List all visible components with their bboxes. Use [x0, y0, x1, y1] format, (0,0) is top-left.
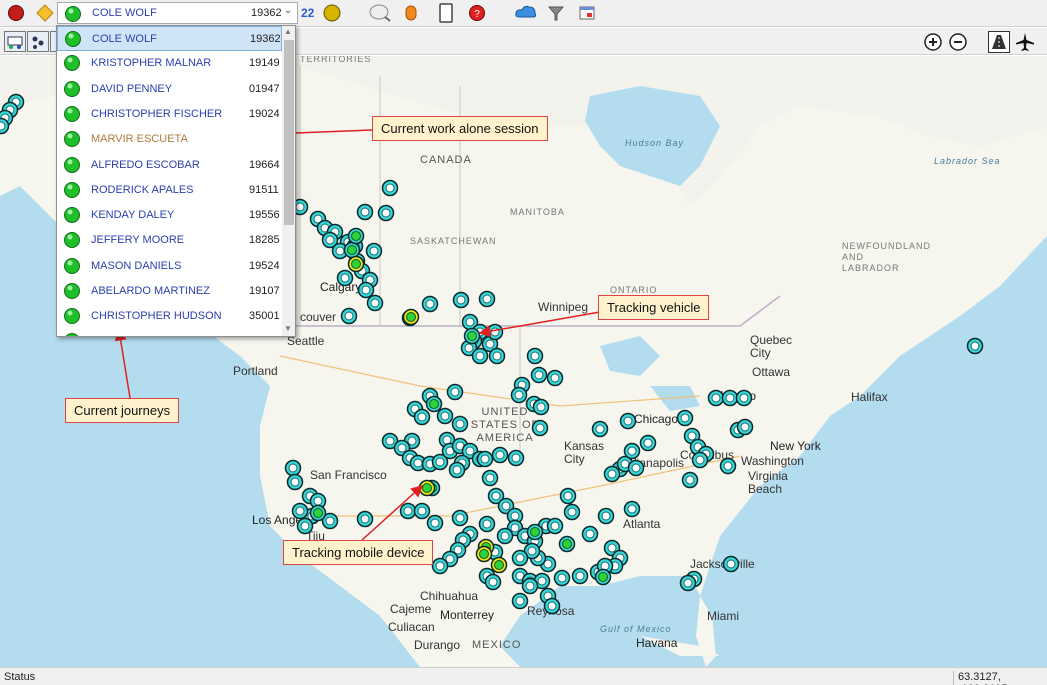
list-item[interactable]: KRISTOPHER MALNAR 19149	[57, 51, 282, 76]
list-item[interactable]: CHRISTOPHER HUDSON 35001	[57, 304, 282, 329]
list-item-name: CHRISTOPHER HUDSON	[91, 310, 222, 323]
list-item[interactable]: DAVID PENNEY 01947	[57, 77, 282, 102]
callout-mobile: Tracking mobile device	[283, 540, 434, 565]
list-item-name: KENDAY DALEY	[91, 209, 175, 222]
status-bar: Status 63.3127, -100.0195	[0, 667, 1047, 685]
list-item-name: MARVIR ESCUETA	[91, 133, 188, 146]
list-item-name: ABELARDO MARTINEZ	[91, 285, 210, 297]
list-item-number: 35001	[249, 310, 280, 323]
list-item-name: CHRISTOPHER FISCHER	[91, 107, 223, 120]
list-item-partial[interactable]	[57, 329, 282, 336]
status-green-icon	[63, 105, 81, 126]
callout-journeys: Current journeys	[65, 398, 180, 423]
status-green-icon	[63, 332, 81, 336]
list-item-name: KRISTOPHER MALNAR	[91, 57, 212, 70]
status-text: Status	[4, 671, 36, 683]
list-item-number: 19556	[249, 209, 280, 222]
coordinates-readout: 63.3127, -100.0195	[953, 671, 1047, 685]
list-item-number: 19024	[249, 107, 280, 120]
list-item[interactable]: ABELARDO MARTINEZ 19107	[57, 279, 282, 304]
list-item-name: COLE WOLF	[92, 33, 157, 45]
list-item-number: 19149	[249, 57, 280, 70]
arrow-mobile	[361, 484, 424, 541]
list-item-name: MASON DANIELS	[91, 259, 182, 272]
list-item[interactable]: CHRISTOPHER FISCHER 19024	[57, 102, 282, 127]
scroll-up-icon[interactable]: ▲	[284, 27, 292, 36]
list-item[interactable]: KENDAY DALEY 19556	[57, 203, 282, 228]
list-item[interactable]: RODERICK APALES 91511	[57, 178, 282, 203]
list-item[interactable]: MASON DANIELS 19524	[57, 254, 282, 279]
status-green-icon	[64, 30, 82, 51]
status-green-icon	[63, 206, 81, 227]
scroll-thumb[interactable]	[284, 40, 294, 225]
list-item[interactable]: MARVIR ESCUETA	[57, 127, 282, 152]
status-green-icon	[63, 80, 81, 101]
list-item-name: DAVID PENNEY	[91, 82, 173, 95]
arrow-vehicle	[478, 311, 601, 338]
status-green-icon	[63, 156, 81, 177]
list-item-number: 91511	[249, 183, 279, 196]
dropdown-scrollbar[interactable]: ▲ ▼	[282, 26, 295, 336]
list-item-name: RODERICK APALES	[91, 183, 194, 196]
list-item-number: 01947	[249, 82, 280, 95]
list-item-number: 19107	[249, 285, 280, 297]
status-green-icon	[63, 257, 81, 278]
list-item-name: JEFFERY MOORE	[91, 234, 185, 247]
list-item-number: 19362	[250, 33, 281, 45]
status-green-icon	[63, 282, 81, 303]
list-item-number: 18285	[249, 234, 280, 247]
status-green-icon	[63, 130, 81, 151]
list-item-number: 19524	[249, 259, 280, 272]
list-item[interactable]: COLE WOLF 19362	[57, 26, 282, 51]
user-dropdown-list[interactable]: COLE WOLF 19362 KRISTOPHER MALNAR 19149 DAVI…	[56, 25, 296, 337]
list-item[interactable]: JEFFERY MOORE 18285	[57, 228, 282, 253]
list-item-number: 19664	[249, 158, 280, 171]
callout-vehicle: Tracking vehicle	[598, 295, 710, 320]
arrow-journeys	[114, 328, 131, 399]
list-item-name: ALFREDO ESCOBAR	[91, 158, 200, 171]
callout-work-alone: Current work alone session	[372, 116, 548, 141]
status-green-icon	[63, 181, 81, 202]
list-item[interactable]: ALFREDO ESCOBAR 19664	[57, 153, 282, 178]
status-green-icon	[63, 307, 81, 328]
status-green-icon	[63, 231, 81, 252]
status-green-icon	[63, 54, 81, 75]
scroll-down-icon[interactable]: ▼	[284, 324, 292, 333]
